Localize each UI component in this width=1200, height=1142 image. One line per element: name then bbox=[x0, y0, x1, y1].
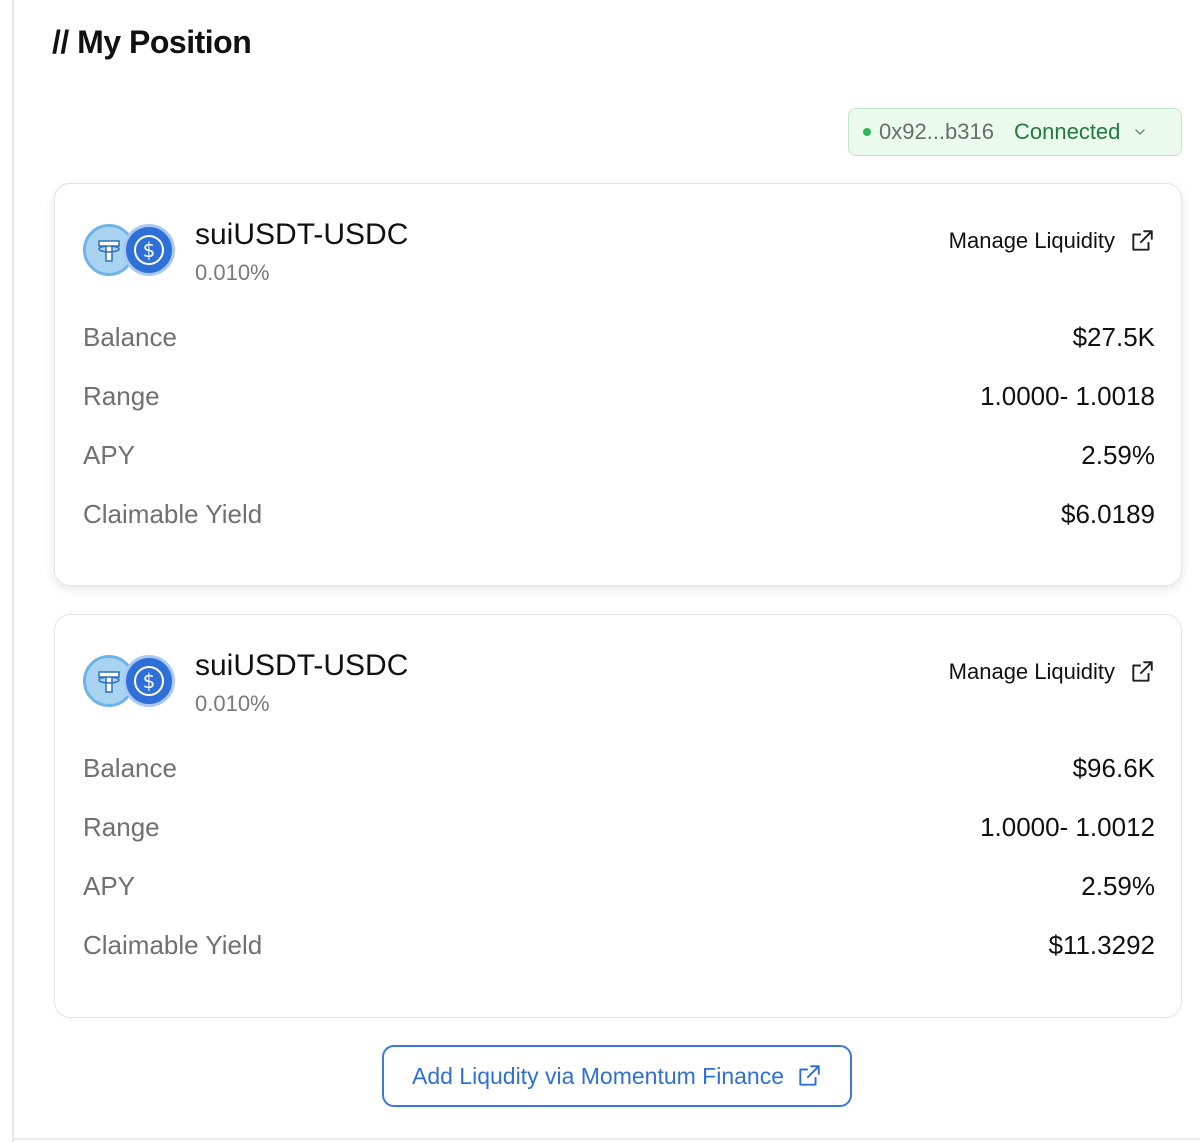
usdc-icon: $ bbox=[123, 224, 175, 276]
chevron-down-icon bbox=[1135, 129, 1146, 135]
add-liquidity-label: Add Liqudity via Momentum Finance bbox=[411, 1062, 785, 1089]
row-label: Range bbox=[83, 380, 160, 411]
apy-row: APY 2.59% bbox=[83, 869, 1155, 903]
fee-tier: 0.010% bbox=[195, 691, 270, 716]
claimable-yield-row: Claimable Yield $11.3292 bbox=[83, 928, 1155, 962]
usdc-icon: $ bbox=[123, 655, 175, 707]
row-label: Balance bbox=[83, 321, 177, 352]
position-card: $ suiUSDT-USDC 0.010% Manage Liquidity B… bbox=[54, 614, 1182, 1018]
row-label: Claimable Yield bbox=[83, 498, 263, 529]
add-liquidity-button[interactable]: Add Liqudity via Momentum Finance bbox=[382, 1045, 852, 1107]
range-row: Range 1.0000- 1.0018 bbox=[83, 379, 1155, 413]
manage-liquidity-label: Manage Liquidity bbox=[948, 659, 1115, 684]
balance-row: Balance $27.5K bbox=[83, 320, 1155, 354]
row-label: Balance bbox=[83, 752, 177, 783]
wallet-address: 0x92...b316 bbox=[879, 119, 994, 144]
external-link-icon bbox=[1132, 230, 1153, 251]
row-label: APY bbox=[83, 870, 136, 901]
token-pair-icons: $ bbox=[83, 655, 175, 707]
row-value: 2.59% bbox=[1081, 439, 1155, 470]
page-title: // My Position bbox=[52, 24, 252, 60]
manage-liquidity-label: Manage Liquidity bbox=[948, 228, 1115, 253]
row-value: 2.59% bbox=[1081, 870, 1155, 901]
row-label: Claimable Yield bbox=[83, 929, 263, 960]
pair-name: suiUSDT-USDC bbox=[195, 649, 409, 682]
manage-liquidity-link[interactable]: Manage Liquidity bbox=[949, 228, 1155, 254]
svg-text:$: $ bbox=[143, 669, 156, 693]
row-value: $11.3292 bbox=[1048, 929, 1155, 960]
row-label: APY bbox=[83, 439, 136, 470]
external-link-icon bbox=[1132, 661, 1153, 682]
range-row: Range 1.0000- 1.0012 bbox=[83, 810, 1155, 844]
row-value: $6.0189 bbox=[1061, 498, 1155, 529]
claimable-yield-row: Claimable Yield $6.0189 bbox=[83, 497, 1155, 531]
status-dot-icon bbox=[863, 128, 871, 136]
row-value: 1.0000- 1.0012 bbox=[980, 811, 1155, 842]
panel-border-bottom bbox=[12, 1138, 1200, 1140]
fee-tier: 0.010% bbox=[195, 260, 270, 285]
row-value: $96.6K bbox=[1072, 752, 1155, 783]
svg-text:$: $ bbox=[143, 238, 156, 262]
token-pair-icons: $ bbox=[83, 224, 175, 276]
position-card: $ suiUSDT-USDC 0.010% Manage Liquidity B… bbox=[54, 183, 1182, 586]
pair-name: suiUSDT-USDC bbox=[195, 218, 409, 251]
row-label: Range bbox=[83, 811, 160, 842]
row-value: 1.0000- 1.0018 bbox=[980, 380, 1155, 411]
external-link-icon bbox=[799, 1065, 820, 1086]
manage-liquidity-link[interactable]: Manage Liquidity bbox=[949, 659, 1155, 685]
row-value: $27.5K bbox=[1072, 321, 1155, 352]
connection-status: Connected bbox=[1013, 119, 1121, 144]
wallet-connection-button[interactable]: 0x92...b316 Connected bbox=[848, 108, 1182, 156]
panel-border-left bbox=[12, 0, 14, 1142]
apy-row: APY 2.59% bbox=[83, 438, 1155, 472]
balance-row: Balance $96.6K bbox=[83, 751, 1155, 785]
